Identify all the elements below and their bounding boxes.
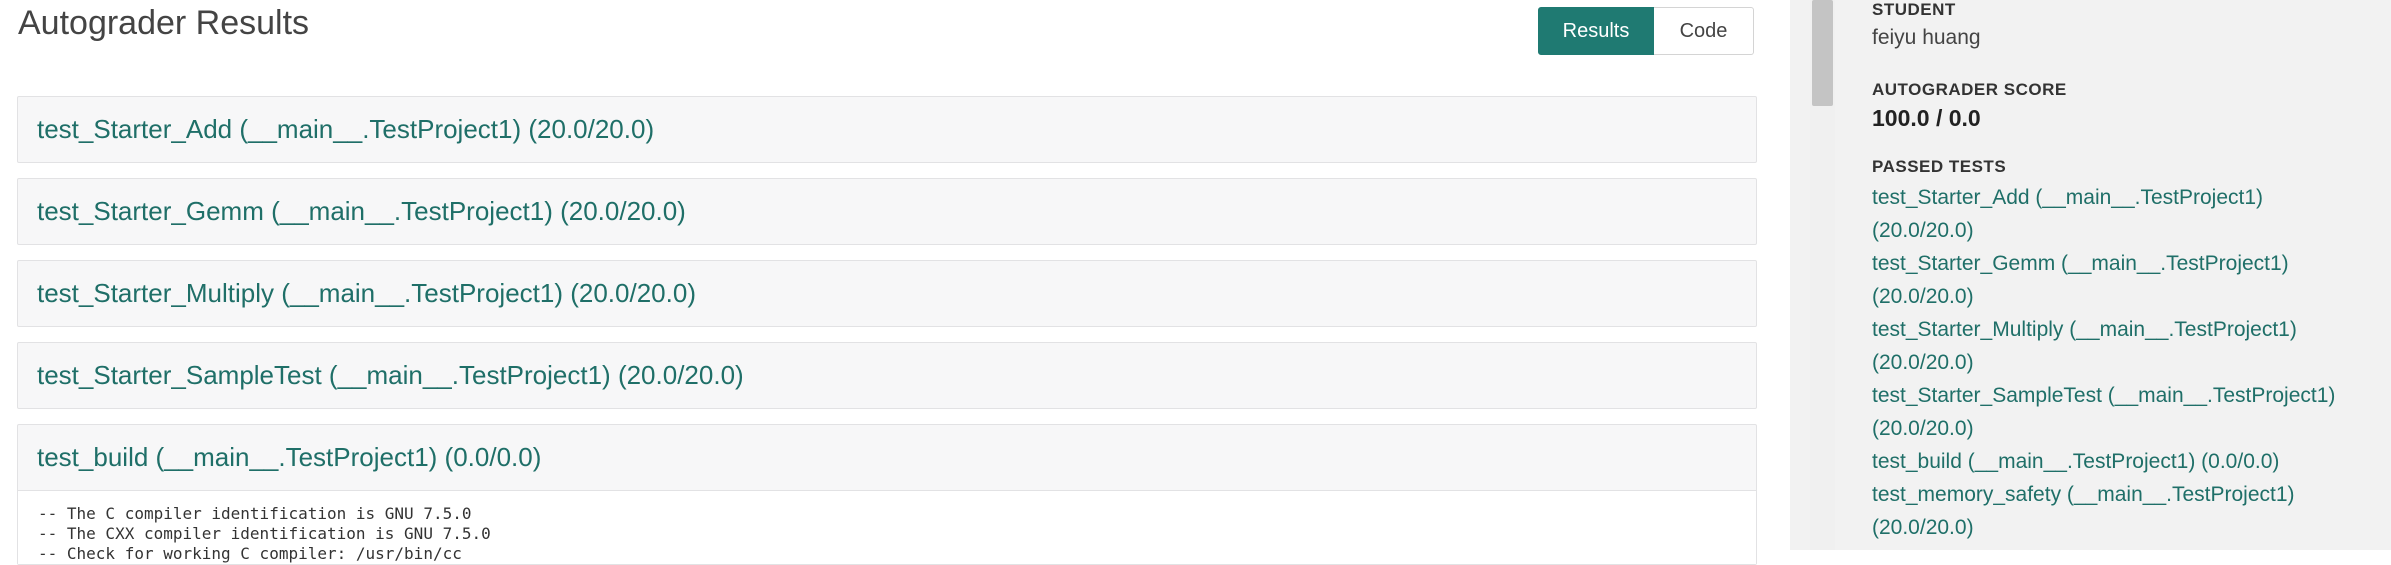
output-line: -- The CXX compiler identification is GN… — [38, 524, 491, 543]
sidebar-content: STUDENT feiyu huang AUTOGRADER SCORE 100… — [1872, 0, 2382, 544]
passed-test-link[interactable]: test_Starter_Gemm (__main__.TestProject1… — [1872, 247, 2382, 313]
test-panel[interactable]: test_Starter_SampleTest (__main__.TestPr… — [17, 342, 1757, 409]
scrollbar-thumb[interactable] — [1812, 0, 1833, 106]
passed-test-name: test_Starter_Multiply (__main__.TestProj… — [1872, 318, 2297, 341]
test-title[interactable]: test_Starter_Multiply (__main__.TestProj… — [18, 261, 1756, 326]
test-list: test_Starter_Add (__main__.TestProject1)… — [17, 96, 1757, 565]
passed-test-name: test_Starter_Gemm (__main__.TestProject1… — [1872, 252, 2289, 275]
test-title[interactable]: test_Starter_SampleTest (__main__.TestPr… — [18, 343, 1756, 408]
code-button[interactable]: Code — [1654, 7, 1754, 55]
passed-test-link[interactable]: test_Starter_Add (__main__.TestProject1)… — [1872, 181, 2382, 247]
build-output: -- The C compiler identification is GNU … — [18, 490, 1756, 564]
test-panel[interactable]: test_Starter_Add (__main__.TestProject1)… — [17, 96, 1757, 163]
passed-test-name: test_build (__main__.TestProject1) (0.0/… — [1872, 450, 2280, 473]
sidebar: STUDENT feiyu huang AUTOGRADER SCORE 100… — [1835, 0, 2391, 550]
output-line: -- The C compiler identification is GNU … — [38, 504, 472, 523]
test-panel[interactable]: test_Starter_Gemm (__main__.TestProject1… — [17, 178, 1757, 245]
scrollbar[interactable] — [1810, 0, 1835, 550]
passed-test-link[interactable]: test_build (__main__.TestProject1) (0.0/… — [1872, 445, 2382, 478]
panel-divider — [1790, 0, 1810, 550]
score-label: AUTOGRADER SCORE — [1872, 80, 2067, 99]
passed-test-link[interactable]: test_Starter_Multiply (__main__.TestProj… — [1872, 313, 2382, 379]
test-title[interactable]: test_Starter_Add (__main__.TestProject1)… — [18, 97, 1756, 162]
test-panel[interactable]: test_Starter_Multiply (__main__.TestProj… — [17, 260, 1757, 327]
test-panel-expanded[interactable]: test_build (__main__.TestProject1) (0.0/… — [17, 424, 1757, 565]
passed-test-score: (20.0/20.0) — [1872, 285, 1974, 308]
passed-test-score: (20.0/20.0) — [1872, 516, 1974, 539]
passed-test-score: (20.0/20.0) — [1872, 351, 1974, 374]
passed-test-link[interactable]: test_memory_safety (__main__.TestProject… — [1872, 478, 2382, 544]
main-content: Autograder Results Results Code test_Sta… — [0, 0, 1790, 565]
passed-tests-label: PASSED TESTS — [1872, 157, 2007, 176]
test-title[interactable]: test_build (__main__.TestProject1) (0.0/… — [18, 425, 1756, 490]
passed-tests-list: test_Starter_Add (__main__.TestProject1)… — [1872, 181, 2382, 544]
passed-test-link[interactable]: test_Starter_SampleTest (__main__.TestPr… — [1872, 379, 2382, 445]
student-name: feiyu huang — [1872, 26, 1981, 49]
test-title[interactable]: test_Starter_Gemm (__main__.TestProject1… — [18, 179, 1756, 244]
passed-test-name: test_Starter_SampleTest (__main__.TestPr… — [1872, 384, 2336, 407]
passed-test-score: (20.0/20.0) — [1872, 219, 1974, 242]
score-value: 100.0 / 0.0 — [1872, 105, 1981, 131]
passed-test-name: test_memory_safety (__main__.TestProject… — [1872, 483, 2295, 506]
output-line: -- Check for working C compiler: /usr/bi… — [38, 544, 462, 563]
passed-test-score: (20.0/20.0) — [1872, 417, 1974, 440]
view-toggle: Results Code — [1538, 7, 1754, 55]
results-button[interactable]: Results — [1538, 7, 1654, 55]
student-label: STUDENT — [1872, 0, 1956, 19]
page-title: Autograder Results — [18, 4, 310, 42]
passed-test-name: test_Starter_Add (__main__.TestProject1) — [1872, 186, 2264, 209]
